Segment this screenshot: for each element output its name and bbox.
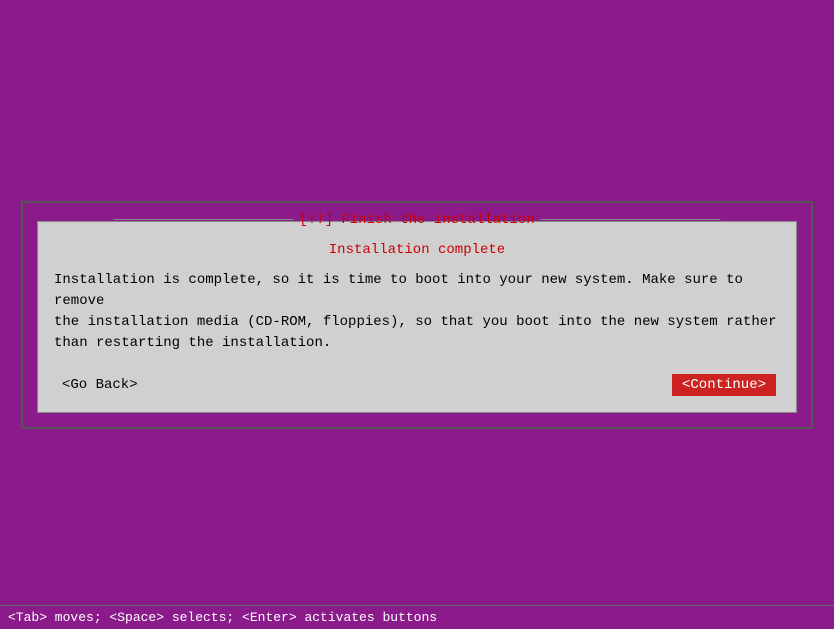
dialog-container: [!!] Finish the installation Installatio…: [37, 221, 797, 413]
continue-button[interactable]: <Continue>: [672, 374, 776, 396]
bottom-bar: <Tab> moves; <Space> selects; <Enter> ac…: [0, 605, 834, 629]
bottom-bar-text: <Tab> moves; <Space> selects; <Enter> ac…: [8, 610, 437, 625]
dialog-body: Installation is complete, so it is time …: [54, 270, 780, 354]
title-line-right: [541, 219, 721, 220]
dialog-inner: Installation complete Installation is co…: [54, 242, 780, 396]
dialog-title-bar: [!!] Finish the installation: [113, 212, 720, 228]
dialog-title: [!!] Finish the installation: [299, 212, 534, 228]
go-back-button[interactable]: <Go Back>: [58, 375, 142, 395]
dialog-outer-border: [!!] Finish the installation Installatio…: [21, 201, 813, 429]
screen: [!!] Finish the installation Installatio…: [0, 0, 834, 629]
dialog-buttons: <Go Back> <Continue>: [54, 374, 780, 396]
dialog-subtitle: Installation complete: [54, 242, 780, 258]
title-line-left: [113, 219, 293, 220]
